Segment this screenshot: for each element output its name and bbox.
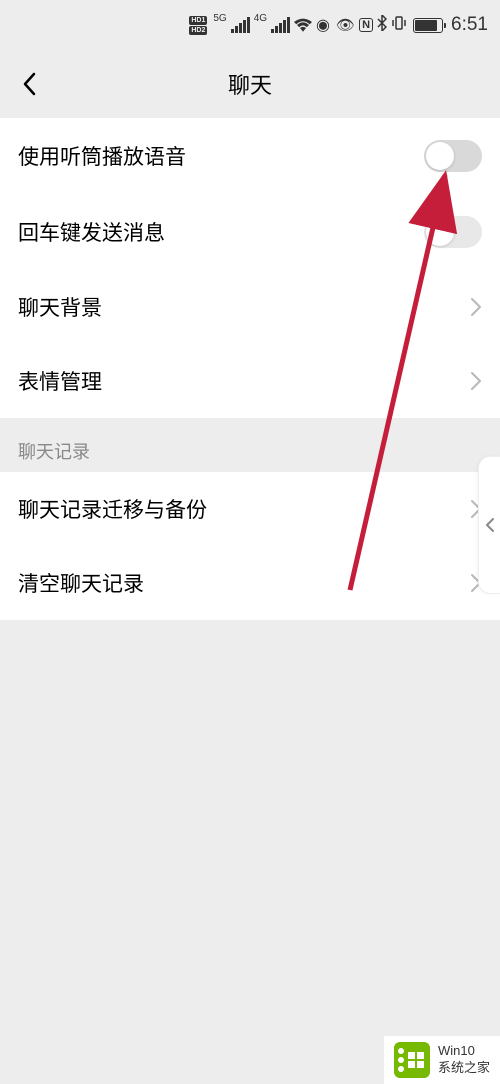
watermark: Win10 系统之家 [384, 1036, 500, 1084]
vibrate-icon [391, 15, 407, 35]
watermark-line1: Win10 [438, 1043, 490, 1060]
toggle-enter-send[interactable] [424, 216, 482, 248]
settings-group-1: 使用听筒播放语音 回车键发送消息 聊天背景 表情管理 [0, 118, 500, 418]
row-stickers[interactable]: 表情管理 [0, 344, 500, 418]
back-button[interactable] [14, 69, 44, 99]
settings-group-2: 聊天记录迁移与备份 清空聊天记录 [0, 472, 500, 620]
chevron-right-icon [470, 297, 482, 317]
watermark-logo [394, 1042, 430, 1078]
wechat-icon: ◉ [316, 15, 330, 35]
signal-bars-2 [271, 17, 290, 33]
row-clear-history[interactable]: 清空聊天记录 [0, 546, 500, 620]
wifi-icon [294, 18, 312, 32]
toggle-knob [426, 142, 454, 170]
status-icons-left: HD1 HD2 5G 4G ◉ [189, 15, 330, 35]
eye-icon: 👁 [336, 16, 355, 34]
side-drawer-tab[interactable] [478, 456, 500, 594]
watermark-line2: 系统之家 [438, 1060, 490, 1077]
clock-time: 6:51 [451, 14, 488, 36]
page-header: 聊天 [0, 50, 500, 118]
hd2-badge: HD2 [189, 26, 207, 35]
row-label: 表情管理 [18, 366, 102, 396]
row-label: 回车键发送消息 [18, 217, 165, 247]
hd1-badge: HD1 [189, 16, 207, 25]
network-5g-label: 5G [213, 13, 226, 24]
network-4g-label: 4G [254, 13, 267, 24]
status-bar: HD1 HD2 5G 4G ◉ 👁 N 6:51 [0, 0, 500, 50]
signal-bars-1 [231, 17, 250, 33]
bluetooth-icon [377, 15, 387, 35]
nfc-icon: N [359, 18, 373, 32]
row-earpiece-voice[interactable]: 使用听筒播放语音 [0, 118, 500, 194]
row-chat-background[interactable]: 聊天背景 [0, 270, 500, 344]
row-label: 聊天背景 [18, 292, 102, 322]
toggle-knob [426, 218, 454, 246]
page-title: 聊天 [0, 68, 500, 100]
watermark-text: Win10 系统之家 [438, 1043, 490, 1077]
battery-icon [413, 18, 443, 33]
row-migrate-backup[interactable]: 聊天记录迁移与备份 [0, 472, 500, 546]
row-label: 使用听筒播放语音 [18, 141, 186, 171]
chevron-left-icon [22, 72, 36, 96]
chevron-left-icon [485, 517, 495, 533]
chevron-right-icon [470, 371, 482, 391]
row-label: 清空聊天记录 [18, 568, 144, 598]
row-label: 聊天记录迁移与备份 [18, 494, 207, 524]
status-icons-right: 👁 N 6:51 [336, 14, 488, 36]
section-header-history: 聊天记录 [0, 418, 500, 472]
toggle-earpiece[interactable] [424, 140, 482, 172]
row-enter-send[interactable]: 回车键发送消息 [0, 194, 500, 270]
